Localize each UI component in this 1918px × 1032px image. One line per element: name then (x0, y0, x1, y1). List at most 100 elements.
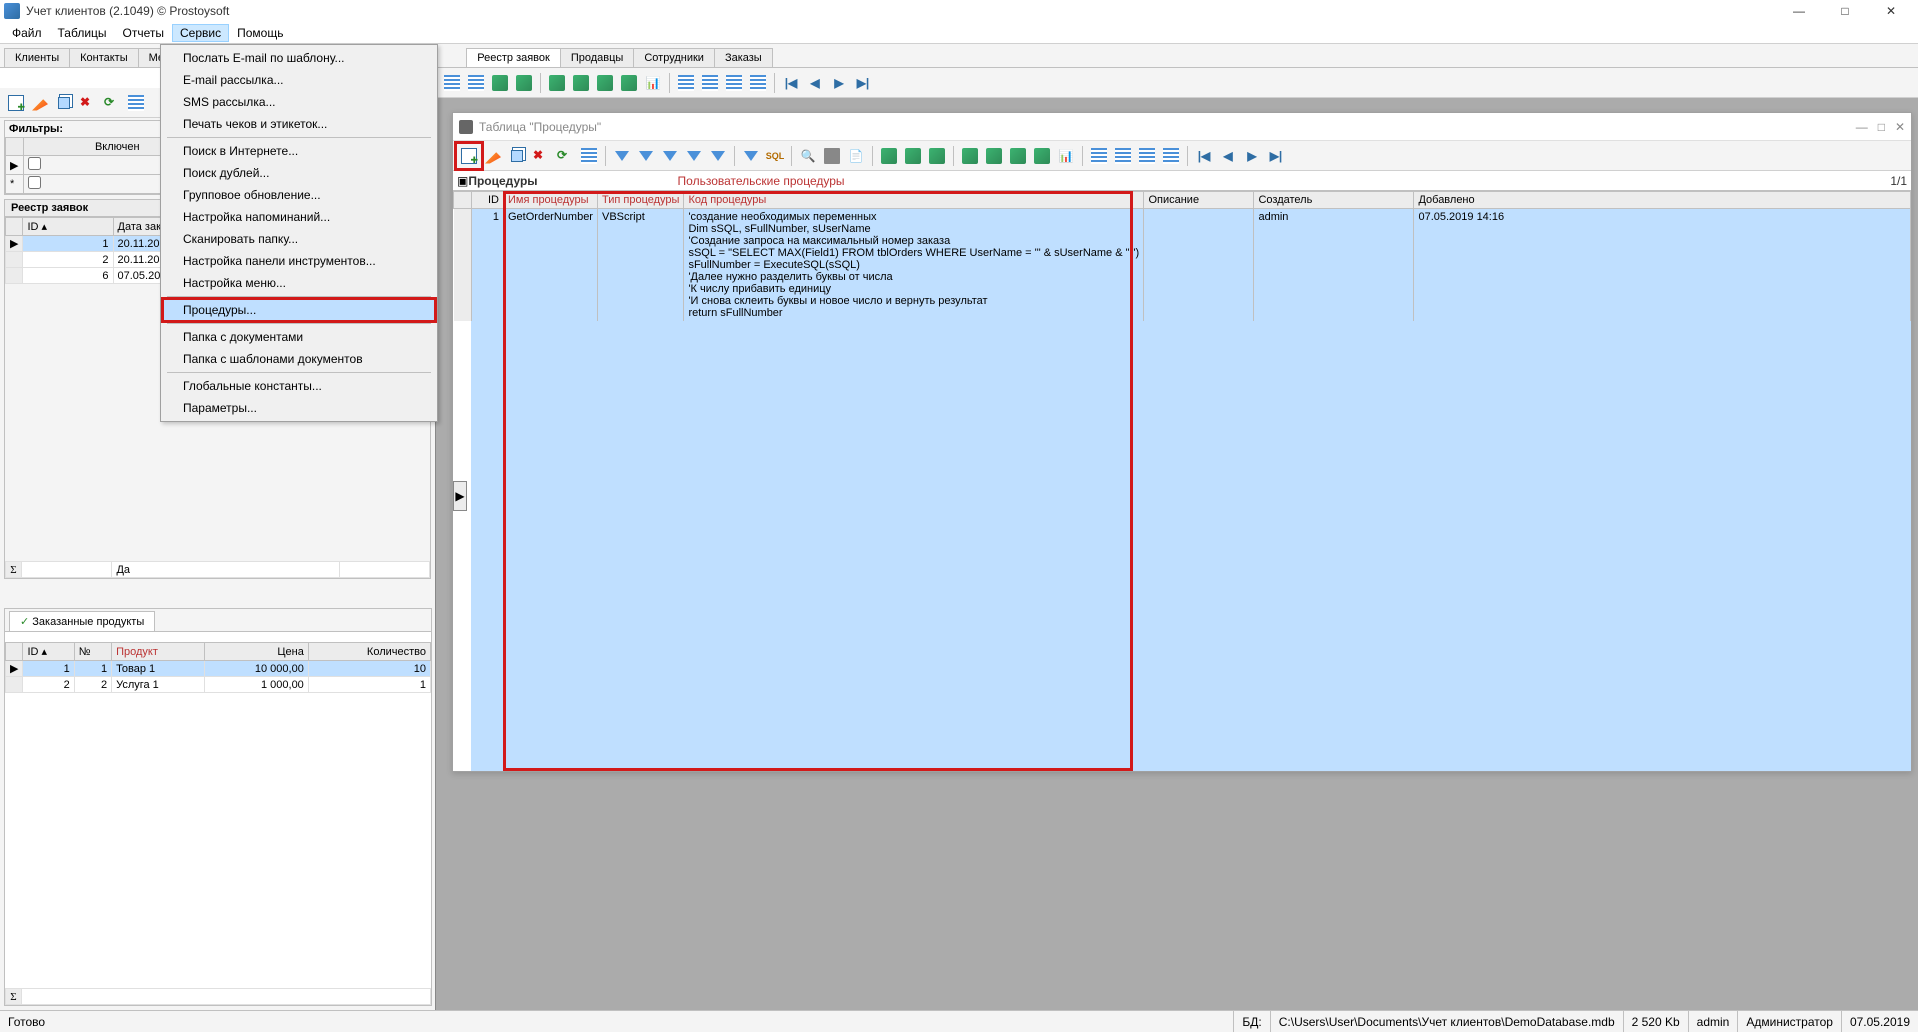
mtb-5[interactable] (546, 72, 568, 94)
ptb-print[interactable] (821, 145, 843, 167)
ptb-chart[interactable]: 📊 (1055, 145, 1077, 167)
ptb-exp7[interactable] (1031, 145, 1053, 167)
menu-file[interactable]: Файл (4, 24, 50, 42)
ptb-refresh[interactable]: ⟳ (554, 145, 576, 167)
close-button[interactable]: ✕ (1868, 0, 1914, 22)
tab-registry[interactable]: Реестр заявок (466, 48, 561, 67)
dd-procedures[interactable]: Процедуры... (163, 299, 435, 321)
ptb-filter3[interactable] (659, 145, 681, 167)
menu-reports[interactable]: Отчеты (115, 24, 172, 42)
dd-email-broadcast[interactable]: E-mail рассылка... (163, 69, 435, 91)
mtb-1[interactable] (441, 72, 463, 94)
ptb-view2[interactable] (1112, 145, 1134, 167)
ptb-exp4[interactable] (959, 145, 981, 167)
tab-sellers[interactable]: Продавцы (560, 48, 635, 67)
ptb-filter1[interactable] (611, 145, 633, 167)
dd-sms-broadcast[interactable]: SMS рассылка... (163, 91, 435, 113)
dd-email-template[interactable]: Послать E-mail по шаблону... (163, 47, 435, 69)
dd-toolbar-settings[interactable]: Настройка панели инструментов... (163, 250, 435, 272)
mtb-nav-prev[interactable]: ◀ (804, 72, 826, 94)
tb-new[interactable] (5, 92, 27, 114)
ptb-sql[interactable]: SQL (764, 145, 786, 167)
mtb-v4[interactable] (747, 72, 769, 94)
ptb-find[interactable]: 🔍 (797, 145, 819, 167)
maximize-button[interactable]: □ (1822, 0, 1868, 22)
ptb-exp5[interactable] (983, 145, 1005, 167)
dd-scan-folder[interactable]: Сканировать папку... (163, 228, 435, 250)
procedure-row[interactable]: 1 GetOrderNumber VBScript 'создание необ… (454, 209, 1911, 322)
procedures-titlebar[interactable]: Таблица "Процедуры" — □ ✕ (453, 113, 1911, 141)
dd-docs-folder[interactable]: Папка с документами (163, 326, 435, 348)
ptb-delete[interactable]: ✖ (530, 145, 552, 167)
tb-refresh[interactable]: ⟳ (101, 92, 123, 114)
ordered-tab[interactable]: Заказанные продукты (9, 611, 155, 631)
ptb-nav-next[interactable]: ▶ (1241, 145, 1263, 167)
filter-row2-check[interactable] (28, 176, 41, 189)
ord-col-id[interactable]: ID ▴ (23, 643, 74, 661)
minimize-button[interactable]: — (1776, 0, 1822, 22)
tab-employees[interactable]: Сотрудники (633, 48, 715, 67)
ord-col-qty[interactable]: Количество (308, 643, 430, 661)
sub-close[interactable]: ✕ (1895, 120, 1905, 134)
tab-contacts[interactable]: Контакты (69, 48, 139, 67)
ptb-filter2[interactable] (635, 145, 657, 167)
reg-col-id[interactable]: ID ▴ (23, 218, 113, 236)
dd-web-search[interactable]: Поиск в Интернете... (163, 140, 435, 162)
ptb-edit[interactable] (482, 145, 504, 167)
tab-clients[interactable]: Клиенты (4, 48, 70, 67)
menu-tables[interactable]: Таблицы (50, 24, 115, 42)
ptb-filter5[interactable] (707, 145, 729, 167)
ptb-exp6[interactable] (1007, 145, 1029, 167)
mtb-6[interactable] (570, 72, 592, 94)
dd-reminders[interactable]: Настройка напоминаний... (163, 206, 435, 228)
ptb-filter4[interactable] (683, 145, 705, 167)
mtb-2[interactable] (465, 72, 487, 94)
filter-row1-check[interactable] (28, 157, 41, 170)
menu-help[interactable]: Помощь (229, 24, 291, 42)
ptb-exp1[interactable] (878, 145, 900, 167)
mtb-chart[interactable]: 📊 (642, 72, 664, 94)
ptb-copy[interactable] (506, 145, 528, 167)
dd-find-duplicates[interactable]: Поиск дублей... (163, 162, 435, 184)
mtb-nav-next[interactable]: ▶ (828, 72, 850, 94)
tb-copy[interactable] (53, 92, 75, 114)
dd-bulk-update[interactable]: Групповое обновление... (163, 184, 435, 206)
mtb-nav-last[interactable]: ▶| (852, 72, 874, 94)
ptb-view3[interactable] (1136, 145, 1158, 167)
tb-edit[interactable] (29, 92, 51, 114)
ptb-exp3[interactable] (926, 145, 948, 167)
ptb-nav-last[interactable]: ▶| (1265, 145, 1287, 167)
mtb-8[interactable] (618, 72, 640, 94)
dd-menu-settings[interactable]: Настройка меню... (163, 272, 435, 294)
mtb-3[interactable] (489, 72, 511, 94)
ptb-save[interactable] (578, 145, 600, 167)
dd-parameters[interactable]: Параметры... (163, 397, 435, 419)
dd-templates-folder[interactable]: Папка с шаблонами документов (163, 348, 435, 370)
menu-service[interactable]: Сервис (172, 24, 229, 42)
tb-delete[interactable]: ✖ (77, 92, 99, 114)
ord-col-price[interactable]: Цена (204, 643, 308, 661)
ptb-filter6[interactable] (740, 145, 762, 167)
dd-global-constants[interactable]: Глобальные константы... (163, 375, 435, 397)
mtb-v3[interactable] (723, 72, 745, 94)
mtb-7[interactable] (594, 72, 616, 94)
ptb-preview[interactable]: 📄 (845, 145, 867, 167)
ptb-nav-first[interactable]: |◀ (1193, 145, 1215, 167)
ptb-nav-prev[interactable]: ◀ (1217, 145, 1239, 167)
ord-col-n[interactable]: № (74, 643, 111, 661)
sub-maximize[interactable]: □ (1878, 120, 1885, 134)
procedures-grid[interactable]: ID Имя процедуры Тип процедуры Код проце… (453, 191, 1911, 321)
tb-grid[interactable] (125, 92, 147, 114)
mtb-nav-first[interactable]: |◀ (780, 72, 802, 94)
sub-minimize[interactable]: — (1856, 120, 1868, 134)
ptb-view4[interactable] (1160, 145, 1182, 167)
ord-col-product[interactable]: Продукт (112, 643, 205, 661)
tab-orders[interactable]: Заказы (714, 48, 773, 67)
dd-print-labels[interactable]: Печать чеков и этикеток... (163, 113, 435, 135)
ptb-exp2[interactable] (902, 145, 924, 167)
ptb-view1[interactable] (1088, 145, 1110, 167)
mtb-4[interactable] (513, 72, 535, 94)
ptb-new[interactable] (458, 145, 480, 167)
mtb-v1[interactable] (675, 72, 697, 94)
expand-arrow[interactable]: ▶ (453, 481, 467, 511)
